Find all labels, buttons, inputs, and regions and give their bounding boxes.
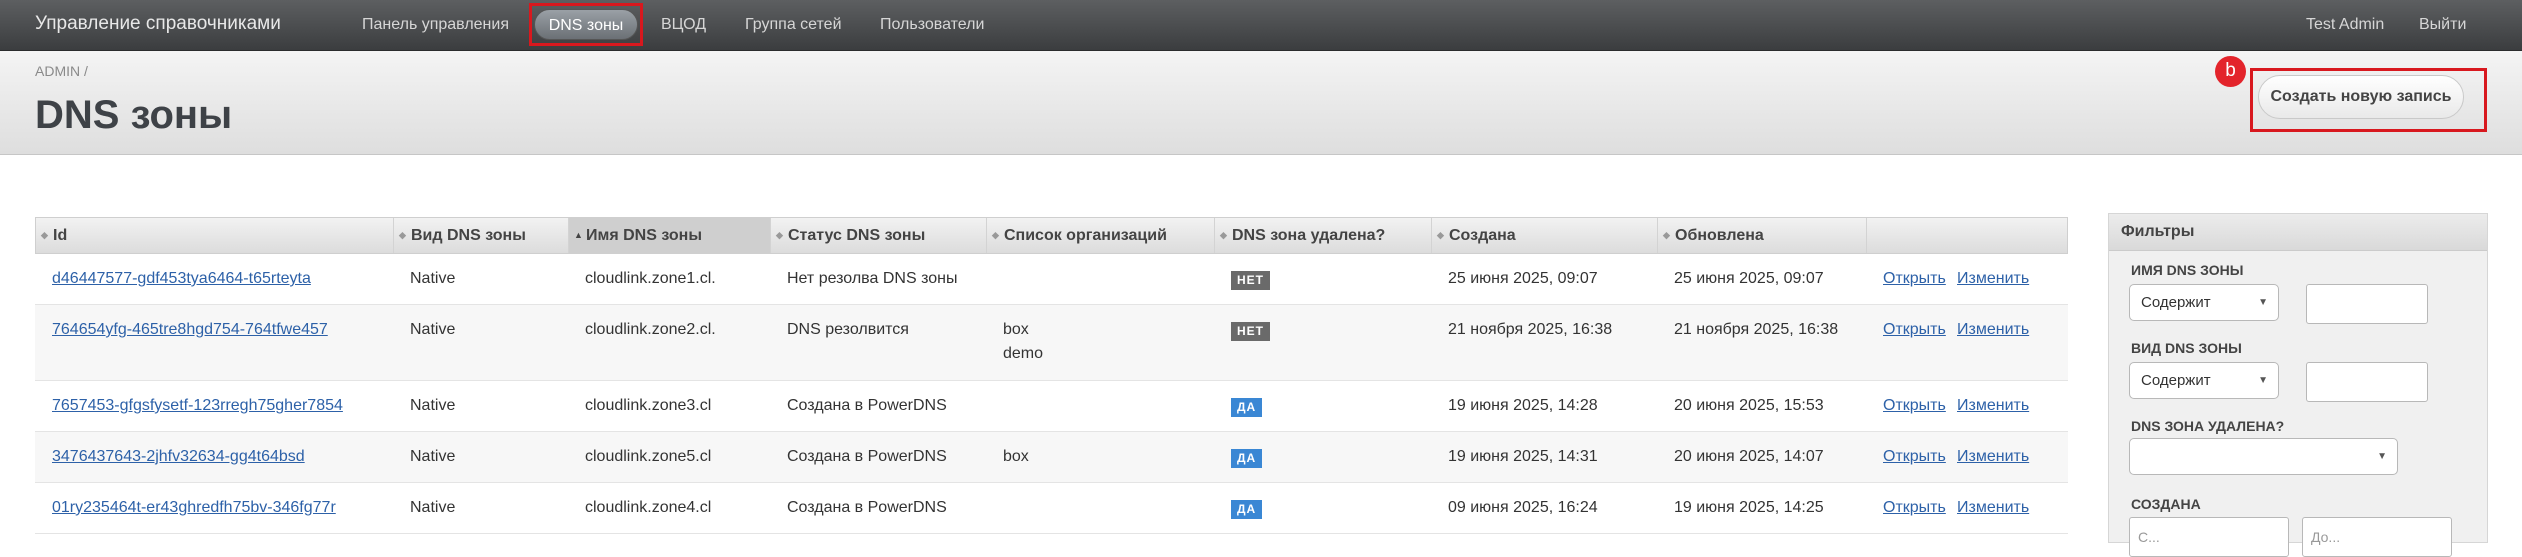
table-header: ◆ Id ◆ Вид DNS зоны ▲ Имя DNS зоны ◆ Статус … xyxy=(35,217,2068,254)
chevron-down-icon: ▼ xyxy=(2258,375,2268,386)
deleted-badge: ДА xyxy=(1231,500,1263,519)
open-link[interactable]: Открыть xyxy=(1883,499,1946,517)
page-header: ADMIN / DNS зоны Создать новую запись xyxy=(0,51,2522,155)
filters-header: Фильтры xyxy=(2109,214,2487,251)
zone-kind: Native xyxy=(410,321,456,338)
zone-id-link[interactable]: 7657453-gfgsfysetf-123rregh75gher7854 xyxy=(52,397,343,415)
zone-kind: Native xyxy=(410,448,456,465)
edit-link[interactable]: Изменить xyxy=(1957,270,2029,288)
created-date: 09 июня 2025, 16:24 xyxy=(1448,499,1598,516)
column-header-updated[interactable]: ◆ Обновлена xyxy=(1658,218,1867,253)
nav-vcod[interactable]: ВЦОД xyxy=(661,16,706,34)
column-header-deleted[interactable]: ◆ DNS зона удалена? xyxy=(1215,218,1432,253)
breadcrumb: ADMIN / xyxy=(35,63,88,79)
top-navbar: Управление справочниками Панель управлен… xyxy=(0,0,2522,51)
table-row: 3476437643-2jhfv32634-gg4t64bsd Native clo… xyxy=(35,432,2068,483)
zone-id-link[interactable]: 764654yfg-465tre8hgd754-764tfwe457 xyxy=(52,321,328,339)
filter-deleted-label: DNS ЗОНА УДАЛЕНА? xyxy=(2131,418,2285,434)
zone-name: cloudlink.zone5.cl xyxy=(585,448,712,465)
page-title: DNS зоны xyxy=(35,93,233,137)
table-row: 01ry235464t-er43ghredfh75bv-346fg77r Nati… xyxy=(35,483,2068,534)
nav-network-groups[interactable]: Группа сетей xyxy=(745,16,842,34)
deleted-badge: ДА xyxy=(1231,398,1263,417)
column-header-created[interactable]: ◆ Создана xyxy=(1432,218,1658,253)
org-item: box xyxy=(1003,448,1029,465)
zone-kind: Native xyxy=(410,270,456,287)
created-date: 21 ноября 2025, 16:38 xyxy=(1448,321,1613,338)
updated-date: 20 июня 2025, 15:53 xyxy=(1674,397,1824,414)
open-link[interactable]: Открыть xyxy=(1883,321,1946,339)
breadcrumb-separator: / xyxy=(84,63,88,79)
annotation-badge-b: b xyxy=(2215,56,2246,87)
zone-id-link[interactable]: 3476437643-2jhfv32634-gg4t64bsd xyxy=(52,448,305,466)
chevron-down-icon: ▼ xyxy=(2377,451,2387,462)
filter-created-to[interactable]: До... xyxy=(2302,517,2452,557)
zone-status: Создана в PowerDNS xyxy=(787,397,947,414)
updated-date: 21 ноября 2025, 16:38 xyxy=(1674,321,1839,338)
deleted-badge: ДА xyxy=(1231,449,1263,468)
highlight-box-b xyxy=(2250,68,2487,132)
filter-kind-input[interactable] xyxy=(2306,362,2428,402)
filter-created-from[interactable]: С... xyxy=(2129,517,2289,557)
app-title[interactable]: Управление справочниками xyxy=(35,13,281,35)
edit-link[interactable]: Изменить xyxy=(1957,448,2029,466)
column-header-id[interactable]: ◆ Id xyxy=(36,218,394,253)
org-item: demo xyxy=(1003,345,1044,362)
updated-date: 19 июня 2025, 14:25 xyxy=(1674,499,1824,516)
column-header-kind[interactable]: ◆ Вид DNS зоны xyxy=(394,218,569,253)
zone-status: Создана в PowerDNS xyxy=(787,448,947,465)
zone-name: cloudlink.zone4.cl xyxy=(585,499,712,516)
deleted-badge: НЕТ xyxy=(1231,271,1270,290)
column-header-orgs[interactable]: ◆ Список организаций xyxy=(987,218,1215,253)
nav-users[interactable]: Пользователи xyxy=(880,16,984,34)
zone-id-link[interactable]: 01ry235464t-er43ghredfh75bv-346fg77r xyxy=(52,499,336,517)
filter-name-label: ИМЯ DNS ЗОНЫ xyxy=(2131,262,2244,278)
zone-status: Создана в PowerDNS xyxy=(787,499,947,516)
zone-name: cloudlink.zone1.cl. xyxy=(585,270,716,287)
zone-status: DNS резолвится xyxy=(787,321,909,338)
updated-date: 20 июня 2025, 14:07 xyxy=(1674,448,1824,465)
user-name[interactable]: Test Admin xyxy=(2306,16,2384,34)
open-link[interactable]: Открыть xyxy=(1883,397,1946,415)
zone-kind: Native xyxy=(410,499,456,516)
updated-date: 25 июня 2025, 09:07 xyxy=(1674,270,1824,287)
zone-kind: Native xyxy=(410,397,456,414)
open-link[interactable]: Открыть xyxy=(1883,270,1946,288)
open-link[interactable]: Открыть xyxy=(1883,448,1946,466)
highlight-box-a xyxy=(529,3,643,46)
breadcrumb-admin[interactable]: ADMIN xyxy=(35,63,80,79)
zone-id-link[interactable]: d46447577-gdf453tya6464-t65rteyta xyxy=(52,270,311,288)
created-date: 25 июня 2025, 09:07 xyxy=(1448,270,1598,287)
edit-link[interactable]: Изменить xyxy=(1957,499,2029,517)
nav-dashboard[interactable]: Панель управления xyxy=(362,16,509,34)
table-row: 7657453-gfgsfysetf-123rregh75gher7854 Nat… xyxy=(35,381,2068,432)
edit-link[interactable]: Изменить xyxy=(1957,321,2029,339)
created-date: 19 июня 2025, 14:31 xyxy=(1448,448,1598,465)
column-header-actions xyxy=(1867,218,2067,253)
filter-created-label: СОЗДАНА xyxy=(2131,496,2201,512)
filter-kind-operator[interactable]: Содержит ▼ xyxy=(2129,362,2279,399)
table-row: 764654yfg-465tre8hgd754-764tfwe457 Native… xyxy=(35,305,2068,381)
filter-name-operator[interactable]: Содержит ▼ xyxy=(2129,284,2279,321)
edit-link[interactable]: Изменить xyxy=(1957,397,2029,415)
filter-deleted-select[interactable]: ▼ xyxy=(2129,438,2398,475)
deleted-badge: НЕТ xyxy=(1231,322,1270,341)
filters-panel: Фильтры ИМЯ DNS ЗОНЫ Содержит ▼ ВИД DNS З… xyxy=(2108,213,2488,557)
table-row: d46447577-gdf453tya6464-t65rteyta Native c… xyxy=(35,254,2068,305)
filter-kind-label: ВИД DNS ЗОНЫ xyxy=(2131,340,2242,356)
zone-status: Нет резолва DNS зоны xyxy=(787,270,958,287)
zone-name: cloudlink.zone2.cl. xyxy=(585,321,716,338)
org-item: box xyxy=(1003,321,1029,338)
column-header-status[interactable]: ◆ Статус DNS зоны xyxy=(771,218,987,253)
column-header-name[interactable]: ▲ Имя DNS зоны xyxy=(569,218,771,253)
created-date: 19 июня 2025, 14:28 xyxy=(1448,397,1598,414)
chevron-down-icon: ▼ xyxy=(2258,297,2268,308)
filter-name-input[interactable] xyxy=(2306,284,2428,324)
logout-link[interactable]: Выйти xyxy=(2419,16,2466,34)
zone-name: cloudlink.zone3.cl xyxy=(585,397,712,414)
